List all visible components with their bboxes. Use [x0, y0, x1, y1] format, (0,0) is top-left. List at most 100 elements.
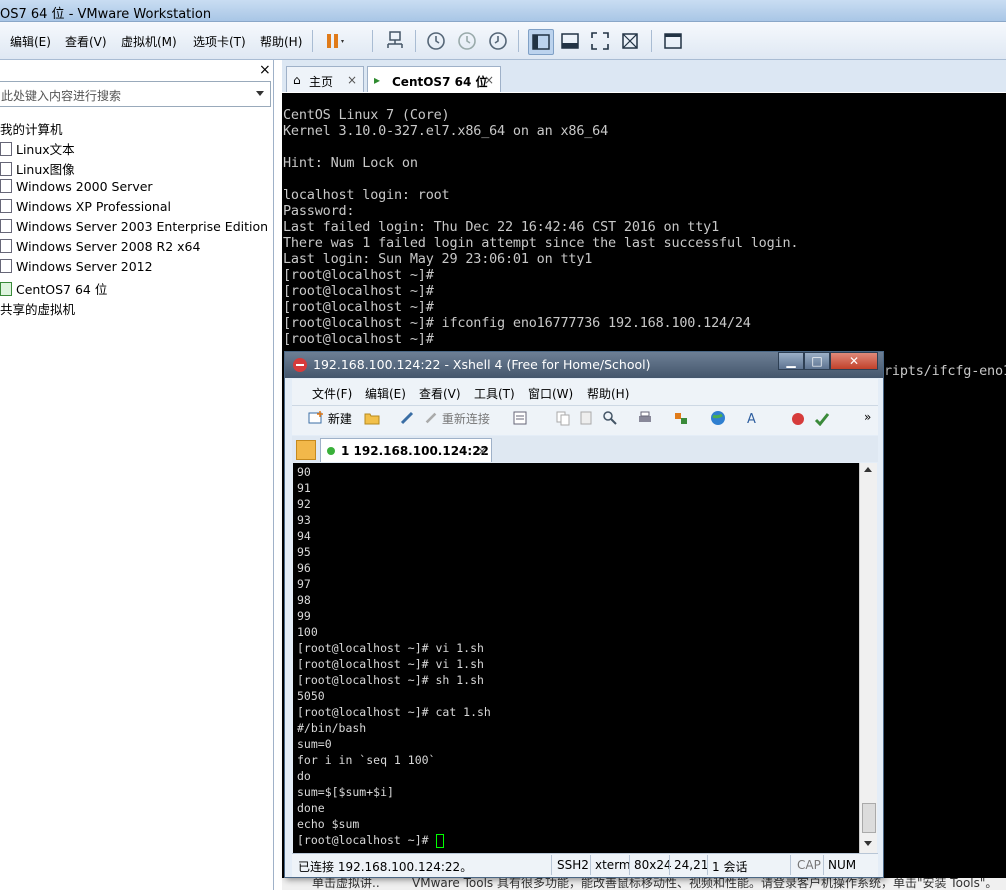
- toolbar-separator: [372, 30, 373, 52]
- pause-icon[interactable]: [322, 29, 346, 53]
- menu-vm[interactable]: 虚拟机(M): [121, 33, 177, 50]
- vm-icon: [0, 199, 12, 213]
- tree-vm-label: Linux图像: [16, 162, 75, 177]
- tab-vm[interactable]: ▸ CentOS7 64 位 ×: [367, 66, 501, 92]
- new-session-button[interactable]: 新建: [308, 410, 352, 430]
- snapshot-icon[interactable]: [424, 29, 448, 53]
- tree-vm-item[interactable]: Windows 2000 Server: [0, 179, 153, 199]
- tree-vm-item[interactable]: Windows Server 2008 R2 x64: [0, 239, 200, 259]
- tree-vm-item[interactable]: Linux文本: [0, 139, 75, 159]
- tab-close-icon[interactable]: ×: [477, 444, 487, 458]
- menu-help[interactable]: 帮助(H): [260, 33, 302, 50]
- library-search-input[interactable]: 此处键入内容进行搜索: [0, 81, 271, 107]
- minimize-button[interactable]: ▁: [778, 352, 804, 370]
- thumbnail-bar-icon[interactable]: [558, 29, 582, 53]
- compose-icon[interactable]: [814, 410, 830, 430]
- tree-vm-label: Windows XP Professional: [16, 199, 171, 214]
- new-session-label: 新建: [327, 412, 352, 426]
- toolbar-separator: [312, 30, 313, 52]
- status-separator: [669, 855, 670, 875]
- window-titlebar: OS7 64 位 - VMware Workstation: [0, 0, 1006, 22]
- terminal-line: done: [297, 801, 325, 815]
- tree-vm-item[interactable]: Windows XP Professional: [0, 199, 171, 219]
- connected-status-icon: [327, 447, 335, 455]
- paste-icon[interactable]: [578, 410, 594, 430]
- find-icon[interactable]: [602, 410, 618, 430]
- scroll-down-icon[interactable]: [864, 841, 872, 846]
- toolbar-overflow-icon[interactable]: »: [864, 410, 871, 430]
- tab-close-icon[interactable]: ×: [484, 73, 494, 87]
- console-line: CentOS Linux 7 (Core): [283, 107, 450, 123]
- copy-icon[interactable]: [555, 410, 571, 430]
- revert-snapshot-icon[interactable]: [455, 29, 479, 53]
- close-button[interactable]: ✕: [830, 352, 878, 370]
- vmware-tools-hint-bar: 单击虚拟讲.. VMware Tools 具有很多功能，能改善鼠标移动性、视频和…: [282, 878, 1006, 890]
- snapshot-manager-icon[interactable]: [486, 29, 510, 53]
- home-icon: ⌂: [293, 73, 301, 87]
- add-tab-icon[interactable]: [296, 440, 316, 460]
- new-session-icon: [308, 411, 323, 424]
- unity-icon[interactable]: [618, 29, 642, 53]
- vm-running-icon: ▸: [374, 73, 381, 87]
- show-library-icon[interactable]: [528, 29, 554, 55]
- xs-menu-view[interactable]: 查看(V): [419, 385, 461, 402]
- vm-icon: [0, 162, 12, 176]
- xs-menu-tools[interactable]: 工具(T): [474, 385, 515, 402]
- terminal-scrollbar[interactable]: [859, 463, 877, 853]
- font-icon[interactable]: A: [746, 410, 762, 430]
- xs-menu-file[interactable]: 文件(F): [312, 385, 352, 402]
- scroll-up-icon[interactable]: [864, 467, 872, 472]
- xftp-icon[interactable]: [790, 410, 806, 430]
- connect-icon[interactable]: [399, 410, 415, 430]
- menu-view[interactable]: 查看(V): [65, 33, 107, 50]
- reconnect-button[interactable]: 重新连接: [424, 410, 490, 430]
- menu-tabs[interactable]: 选项卡(T): [193, 33, 246, 50]
- tab-home[interactable]: ⌂ 主页 ×: [286, 66, 364, 92]
- status-separator: [790, 855, 791, 875]
- menu-edit[interactable]: 编辑(E): [10, 33, 51, 50]
- globe-icon[interactable]: [710, 410, 726, 430]
- tree-vm-label: Windows Server 2012: [16, 259, 153, 274]
- xs-menu-edit[interactable]: 编辑(E): [365, 385, 406, 402]
- scroll-thumb[interactable]: [862, 803, 876, 833]
- tree-vm-item-centos[interactable]: CentOS7 64 位: [0, 279, 107, 299]
- terminal-line: 96: [297, 561, 311, 575]
- open-folder-icon[interactable]: [364, 410, 380, 430]
- chevron-down-icon[interactable]: [256, 91, 264, 96]
- terminal-line: for i in `seq 1 100`: [297, 753, 436, 767]
- vm-icon: [0, 219, 12, 233]
- properties-icon[interactable]: [512, 410, 528, 430]
- tab-close-icon[interactable]: ×: [347, 73, 357, 87]
- fullscreen-icon[interactable]: [588, 29, 612, 53]
- console-line: Kernel 3.10.0-327.el7.x86_64 on an x86_6…: [283, 123, 609, 139]
- tree-shared-vms[interactable]: 共享的虚拟机: [0, 299, 75, 319]
- tree-my-computer[interactable]: 我的计算机: [0, 119, 63, 139]
- terminal-line: 93: [297, 513, 311, 527]
- console-view-icon[interactable]: [661, 29, 685, 53]
- vm-icon: [0, 239, 12, 253]
- terminal-line: 90: [297, 465, 311, 479]
- terminal-line: 92: [297, 497, 311, 511]
- tree-vm-item[interactable]: Windows Server 2003 Enterprise Edition: [0, 219, 268, 239]
- terminal-line: [root@localhost ~]# sh 1.sh: [297, 673, 484, 687]
- window-title: OS7 64 位 - VMware Workstation: [0, 7, 212, 22]
- library-close-icon[interactable]: ×: [259, 62, 271, 78]
- console-line: Password:: [283, 203, 355, 219]
- terminal-cursor: [436, 834, 444, 848]
- status-separator: [629, 855, 630, 875]
- terminal-line: 5050: [297, 689, 325, 703]
- toolbar-separator: [651, 30, 652, 52]
- print-icon[interactable]: [637, 410, 653, 430]
- transfer-icon[interactable]: [673, 410, 689, 430]
- xshell-title: 192.168.100.124:22 - Xshell 4 (Free for …: [313, 357, 651, 372]
- maximize-button[interactable]: □: [804, 352, 830, 370]
- status-size: 80x24: [634, 858, 672, 872]
- tree-vm-item[interactable]: Windows Server 2012: [0, 259, 153, 279]
- xs-menu-window[interactable]: 窗口(W): [528, 385, 573, 402]
- network-icon[interactable]: [383, 29, 407, 53]
- tree-vm-label: Windows Server 2003 Enterprise Edition: [16, 219, 269, 234]
- xs-menu-help[interactable]: 帮助(H): [587, 385, 629, 402]
- terminal-line: echo $sum: [297, 817, 360, 831]
- xshell-session-tab[interactable]: 1 192.168.100.124:22 ×: [320, 438, 492, 462]
- tree-vm-item[interactable]: Linux图像: [0, 159, 75, 179]
